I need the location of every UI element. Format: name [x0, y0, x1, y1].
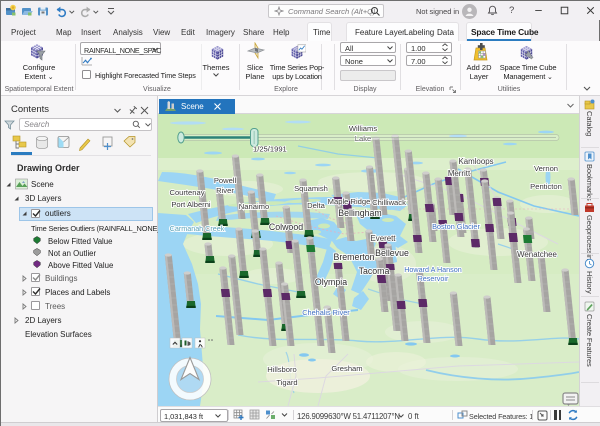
svg-text:Carmanah Creek: Carmanah Creek: [170, 224, 225, 233]
svg-text:Vernon: Vernon: [534, 164, 558, 173]
svg-text:Tigard: Tigard: [276, 378, 297, 387]
svg-text:Everett: Everett: [371, 234, 397, 243]
svg-text:Williams: Williams: [349, 124, 377, 133]
svg-text:Port Alberni: Port Alberni: [171, 200, 211, 209]
svg-text:Wenatchee: Wenatchee: [517, 250, 557, 259]
svg-text:Kamloops: Kamloops: [458, 157, 493, 166]
svg-text:Tacoma: Tacoma: [359, 266, 390, 276]
svg-text:Maple Ridge: Maple Ridge: [328, 197, 371, 206]
svg-text:Powell: Powell: [214, 176, 237, 185]
svg-text:Chehalis River: Chehalis River: [302, 308, 350, 317]
svg-text:River: River: [216, 186, 234, 195]
svg-text:1/25/1991: 1/25/1991: [253, 145, 287, 154]
svg-text:Gresham: Gresham: [331, 364, 362, 373]
svg-text:Bellevue: Bellevue: [375, 248, 409, 258]
svg-text:Nanaimo: Nanaimo: [239, 202, 269, 211]
svg-text:Boston Glacier: Boston Glacier: [432, 222, 480, 231]
svg-text:Delta: Delta: [307, 201, 326, 210]
svg-text:Courtenay: Courtenay: [169, 188, 204, 197]
svg-text:Olympia: Olympia: [315, 277, 347, 287]
svg-text:Penticton: Penticton: [530, 182, 562, 191]
svg-text:Chilliwack: Chilliwack: [372, 198, 406, 207]
svg-text:Squamish: Squamish: [294, 184, 328, 193]
svg-text:Bellingham: Bellingham: [338, 208, 382, 218]
svg-text:Hillsboro: Hillsboro: [267, 365, 297, 374]
svg-text:Reservoir: Reservoir: [418, 274, 449, 283]
svg-text:Merritt: Merritt: [448, 169, 471, 178]
svg-text:Bremerton: Bremerton: [333, 252, 374, 262]
svg-text:Colwood: Colwood: [269, 222, 303, 232]
svg-text:Howard A Hanson: Howard A Hanson: [404, 265, 462, 274]
